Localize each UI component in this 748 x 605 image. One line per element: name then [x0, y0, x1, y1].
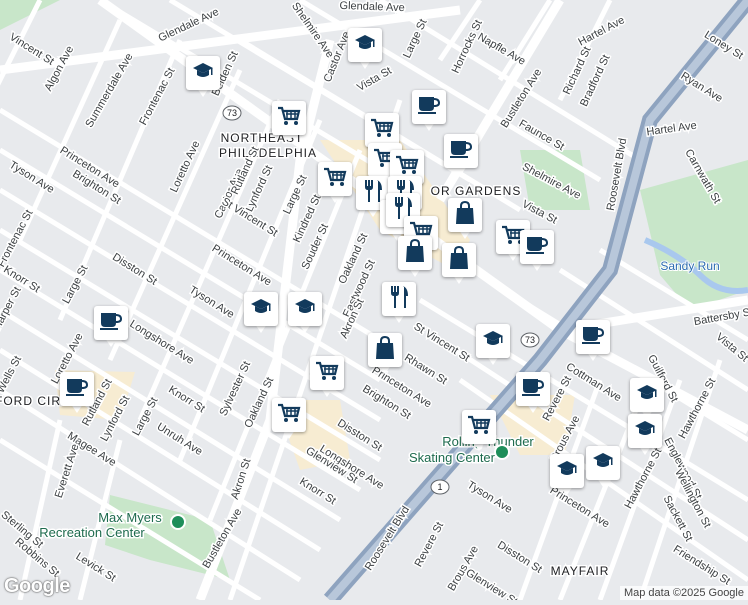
- map-pin-coffee[interactable]: [576, 320, 610, 364]
- school-icon: [250, 298, 272, 321]
- map-pin-coffee[interactable]: [516, 372, 550, 416]
- map-base: NORTHEASTPHILADELPHIAOR GARDENSMAYFAIRFO…: [0, 0, 748, 605]
- map-pin-coffee[interactable]: [444, 134, 478, 178]
- restaurant-icon: [388, 285, 410, 314]
- coffee-icon: [525, 235, 549, 260]
- neighborhood-label: FORD CIR: [0, 394, 61, 408]
- coffee-icon: [521, 377, 545, 402]
- coffee-icon: [417, 95, 441, 120]
- map-canvas[interactable]: NORTHEAST PHILADELPHIA OR GARDENS MAYFAIR FO…: [0, 0, 748, 605]
- neighborhood-label: OR GARDENS: [431, 184, 522, 198]
- poi-label: Recreation Center: [39, 525, 145, 540]
- shopping-cart-icon: [277, 105, 301, 132]
- shopping-bag-icon: [448, 245, 470, 275]
- shopping-cart-icon: [315, 360, 339, 387]
- map-pin-school[interactable]: [348, 28, 382, 72]
- map-pin-shopping-bag[interactable]: [442, 243, 476, 287]
- shopping-cart-icon: [370, 117, 394, 144]
- water-labels: Sandy Run: [659, 258, 720, 274]
- water-label: Sandy Run: [660, 259, 719, 273]
- map-pin-shopping-cart[interactable]: [318, 162, 352, 206]
- map-pin-shopping-cart[interactable]: [462, 410, 496, 454]
- coffee-icon: [65, 377, 89, 402]
- neighborhood-label: PHILADELPHIA: [219, 146, 317, 160]
- poi-marker-icon[interactable]: [170, 514, 186, 530]
- school-icon: [482, 330, 504, 353]
- map-pin-shopping-bag[interactable]: [368, 333, 402, 377]
- coffee-icon: [581, 325, 605, 350]
- map-pin-shopping-cart[interactable]: [272, 398, 306, 442]
- shopping-bag-icon: [374, 335, 396, 365]
- map-pin-school[interactable]: [628, 414, 662, 458]
- map-pin-school[interactable]: [550, 454, 584, 498]
- map-pin-school[interactable]: [288, 292, 322, 336]
- school-icon: [192, 62, 214, 85]
- route-shield-icon: 73: [222, 105, 242, 121]
- poi-marker-icon[interactable]: [494, 444, 510, 460]
- school-icon: [634, 420, 656, 443]
- school-icon: [556, 460, 578, 483]
- map-pin-school[interactable]: [244, 292, 278, 336]
- map-pin-shopping-bag[interactable]: [398, 236, 432, 280]
- shopping-cart-icon: [277, 402, 301, 429]
- map-pin-shopping-bag[interactable]: [448, 198, 482, 242]
- map-pin-school[interactable]: [586, 446, 620, 490]
- neighborhood-label: MAYFAIR: [551, 564, 610, 578]
- school-icon: [294, 298, 316, 321]
- map-pin-coffee[interactable]: [520, 230, 554, 274]
- map-pin-restaurant[interactable]: [382, 282, 416, 326]
- school-icon: [354, 34, 376, 57]
- shopping-bag-icon: [404, 238, 426, 268]
- map-pin-shopping-cart[interactable]: [272, 101, 306, 145]
- map-pin-coffee[interactable]: [60, 372, 94, 416]
- school-icon: [592, 452, 614, 475]
- shopping-bag-icon: [454, 200, 476, 230]
- route-shield-icon: 73: [520, 332, 540, 348]
- map-pin-school[interactable]: [186, 56, 220, 100]
- school-icon: [636, 384, 658, 407]
- route-shield-label: 1: [437, 482, 442, 492]
- shopping-cart-icon: [467, 414, 491, 441]
- route-shield-icon: 1: [430, 479, 450, 495]
- google-logo: Google: [4, 575, 70, 597]
- coffee-icon: [99, 311, 123, 336]
- map-pin-coffee[interactable]: [412, 90, 446, 134]
- poi-label: Max Myers: [98, 510, 162, 525]
- map-attribution[interactable]: Map data ©2025 Google: [619, 586, 748, 600]
- map-pin-coffee[interactable]: [94, 306, 128, 350]
- street-label: Glendale Ave: [339, 0, 405, 14]
- route-shield-label: 73: [227, 108, 237, 118]
- map-pin-shopping-cart[interactable]: [310, 356, 344, 400]
- coffee-icon: [449, 139, 473, 164]
- map-pin-school[interactable]: [476, 324, 510, 368]
- shopping-cart-icon: [323, 166, 347, 193]
- route-shield-label: 73: [525, 335, 535, 345]
